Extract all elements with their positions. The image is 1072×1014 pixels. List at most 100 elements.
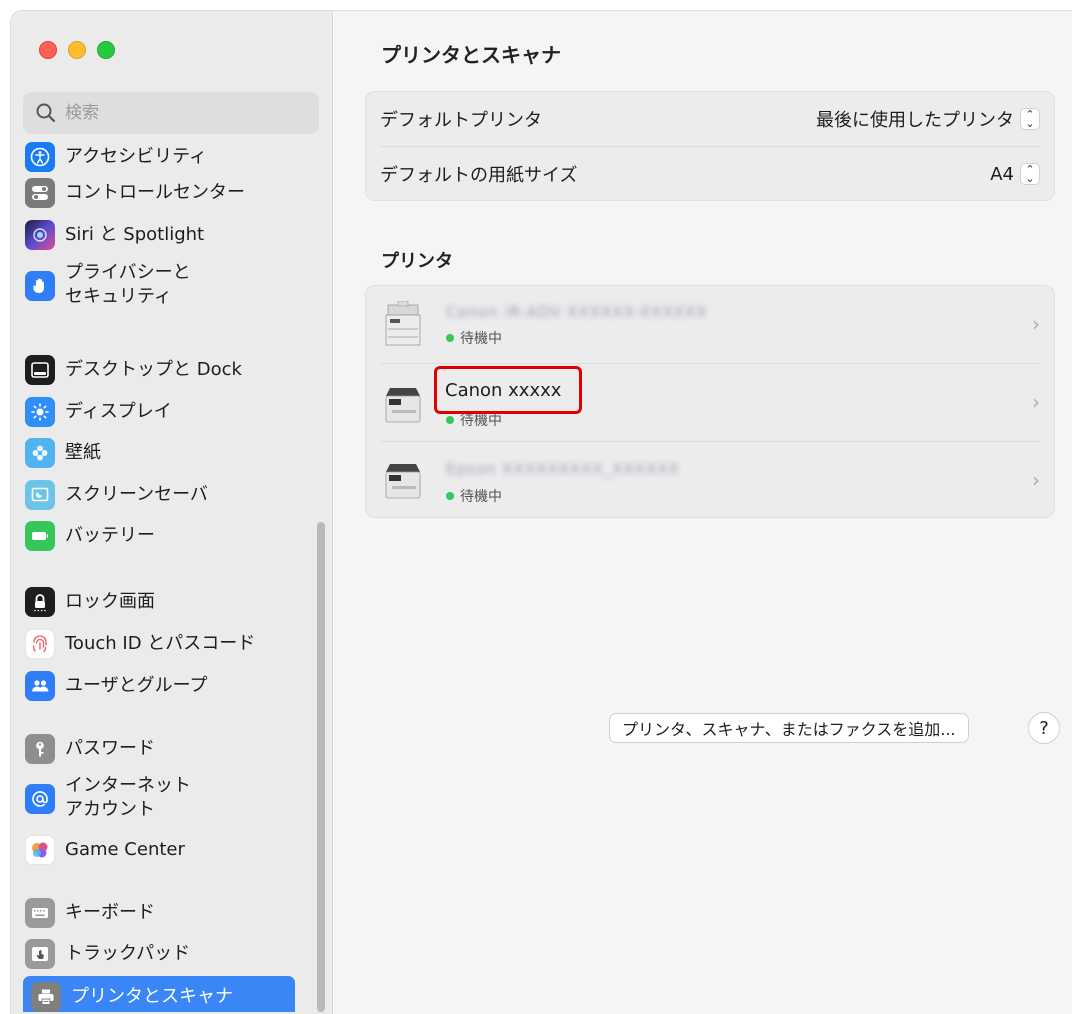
printer-icon	[31, 982, 61, 1012]
sidebar-item-passwords[interactable]: パスワード	[25, 734, 295, 764]
settings-window: アクセシビリティ コントロールセンター Siri と Spotlight プライ…	[10, 10, 1072, 1014]
at-icon	[25, 784, 55, 814]
sidebar-item-label: インターネット アカウント	[65, 775, 191, 820]
printer-thumbnail-icon	[384, 380, 424, 426]
printer-thumbnail-icon	[384, 456, 424, 502]
highlighted-printer-name[interactable]: Canon xxxxx	[434, 366, 582, 414]
printer-name: Canon xxxxx	[445, 379, 562, 401]
sidebar-item-lock-screen[interactable]: ロック画面	[25, 587, 295, 617]
sidebar-item-accessibility[interactable]: アクセシビリティ	[25, 142, 295, 172]
sidebar-item-label: ディスプレイ	[65, 401, 172, 422]
sidebar: アクセシビリティ コントロールセンター Siri と Spotlight プライ…	[11, 11, 333, 1014]
sidebar-item-keyboard[interactable]: キーボード	[25, 898, 295, 928]
chevron-right-icon: ›	[1032, 312, 1040, 336]
status-dot-icon	[446, 334, 454, 342]
sidebar-item-label: アクセシビリティ	[65, 146, 208, 167]
sidebar-item-label: スクリーンセーバ	[65, 484, 208, 505]
sidebar-item-desktop-dock[interactable]: デスクトップと Dock	[25, 355, 295, 385]
sidebar-item-battery[interactable]: バッテリー	[25, 521, 295, 551]
wallpaper-icon	[25, 438, 55, 468]
window-controls	[39, 41, 115, 59]
trackpad-icon	[25, 939, 55, 969]
sidebar-item-display[interactable]: ディスプレイ	[25, 397, 295, 427]
sidebar-item-control-center[interactable]: コントロールセンター	[25, 178, 295, 208]
sidebar-item-label: Game Center	[65, 839, 185, 860]
minimize-window-button[interactable]	[68, 41, 86, 59]
search-input[interactable]	[65, 103, 305, 123]
sidebar-item-label: 壁紙	[65, 442, 101, 463]
sidebar-list: アクセシビリティ コントロールセンター Siri と Spotlight プライ…	[11, 142, 333, 1012]
search-field[interactable]	[23, 92, 319, 134]
sidebar-item-trackpad[interactable]: トラックパッド	[25, 939, 295, 969]
sidebar-item-privacy[interactable]: プライバシーと セキュリティ	[25, 261, 295, 309]
printers-section-title: プリンタ	[381, 251, 453, 272]
printer-status: 待機中	[446, 486, 502, 506]
key-icon	[25, 734, 55, 764]
sidebar-scrollbar[interactable]	[317, 522, 325, 1012]
printer-row[interactable]: Epson XXXXXXXXX_XXXXXX 待機中 ›	[366, 442, 1054, 519]
dock-icon	[25, 355, 55, 385]
printer-thumbnail-icon	[384, 300, 424, 347]
printer-name: Epson XXXXXXXXX_XXXXXX	[446, 460, 680, 478]
sidebar-item-label: デスクトップと Dock	[65, 359, 242, 380]
sidebar-item-touch-id[interactable]: Touch ID とパスコード	[25, 629, 295, 659]
zoom-window-button[interactable]	[97, 41, 115, 59]
display-icon	[25, 397, 55, 427]
game-center-icon	[25, 835, 55, 865]
siri-icon	[25, 220, 55, 250]
sidebar-item-label: Siri と Spotlight	[65, 224, 205, 245]
screensaver-icon	[25, 480, 55, 510]
chevron-right-icon: ›	[1032, 390, 1040, 414]
sidebar-item-wallpaper[interactable]: 壁紙	[25, 438, 295, 468]
printer-status: 待機中	[446, 328, 502, 348]
sidebar-item-screensaver[interactable]: スクリーンセーバ	[25, 480, 295, 510]
sidebar-item-printers-scanners[interactable]: プリンタとスキャナ	[23, 976, 295, 1012]
default-printer-row: デフォルトプリンタ 最後に使用したプリンタ ⌃ ⌄	[380, 92, 1040, 146]
status-dot-icon	[446, 492, 454, 500]
printer-row[interactable]: Canon iR-ADV XXXXXX-XXXXXX 待機中 ›	[366, 286, 1054, 363]
sidebar-item-users-groups[interactable]: ユーザとグループ	[25, 671, 295, 701]
hand-icon	[25, 271, 55, 301]
paper-size-row: デフォルトの用紙サイズ A4 ⌃ ⌄	[380, 147, 1040, 201]
sidebar-item-label: トラックパッド	[65, 943, 191, 964]
search-icon	[35, 102, 57, 124]
sidebar-item-label: プライバシーと セキュリティ	[65, 262, 191, 307]
sidebar-item-label: Touch ID とパスコード	[65, 633, 256, 654]
chevron-right-icon: ›	[1032, 468, 1040, 492]
users-icon	[25, 671, 55, 701]
sidebar-item-label: ロック画面	[65, 591, 155, 612]
default-printer-popup[interactable]: 最後に使用したプリンタ ⌃ ⌄	[816, 106, 1040, 132]
sidebar-item-internet-accounts[interactable]: インターネット アカウント	[25, 774, 295, 822]
fingerprint-icon	[25, 629, 55, 659]
default-printer-value: 最後に使用したプリンタ	[816, 110, 1014, 131]
page-title: プリンタとスキャナ	[381, 43, 561, 67]
sidebar-item-label: ユーザとグループ	[65, 675, 208, 696]
sidebar-item-label: コントロールセンター	[65, 182, 245, 203]
sidebar-item-label: バッテリー	[65, 525, 155, 546]
popup-stepper-icon: ⌃ ⌄	[1020, 108, 1040, 130]
popup-stepper-icon: ⌃ ⌄	[1020, 163, 1040, 185]
sidebar-item-label: プリンタとスキャナ	[71, 986, 233, 1007]
sidebar-item-label: キーボード	[65, 902, 155, 923]
control-center-icon	[25, 178, 55, 208]
main-pane: プリンタとスキャナ デフォルトプリンタ 最後に使用したプリンタ ⌃ ⌄ デフォルト…	[334, 11, 1072, 1014]
default-printer-label: デフォルトプリンタ	[380, 110, 542, 131]
lock-icon	[25, 587, 55, 617]
paper-size-value: A4	[990, 163, 1014, 185]
printer-status-text: 待機中	[460, 489, 502, 505]
printer-name: Canon iR-ADV XXXXXX-XXXXXX	[446, 303, 708, 321]
sidebar-item-siri[interactable]: Siri と Spotlight	[25, 220, 295, 250]
keyboard-icon	[25, 898, 55, 928]
accessibility-icon	[25, 142, 55, 172]
paper-size-popup[interactable]: A4 ⌃ ⌄	[990, 163, 1040, 185]
help-button[interactable]: ?	[1028, 712, 1060, 744]
paper-size-label: デフォルトの用紙サイズ	[380, 165, 578, 186]
sidebar-item-game-center[interactable]: Game Center	[25, 835, 295, 865]
printer-status-text: 待機中	[460, 331, 502, 347]
close-window-button[interactable]	[39, 41, 57, 59]
sidebar-item-label: パスワード	[65, 738, 155, 759]
battery-icon	[25, 521, 55, 551]
defaults-card: デフォルトプリンタ 最後に使用したプリンタ ⌃ ⌄ デフォルトの用紙サイズ A4 …	[365, 91, 1055, 201]
add-printer-button[interactable]: プリンタ、スキャナ、またはファクスを追加...	[609, 713, 969, 743]
status-dot-icon	[446, 416, 454, 424]
